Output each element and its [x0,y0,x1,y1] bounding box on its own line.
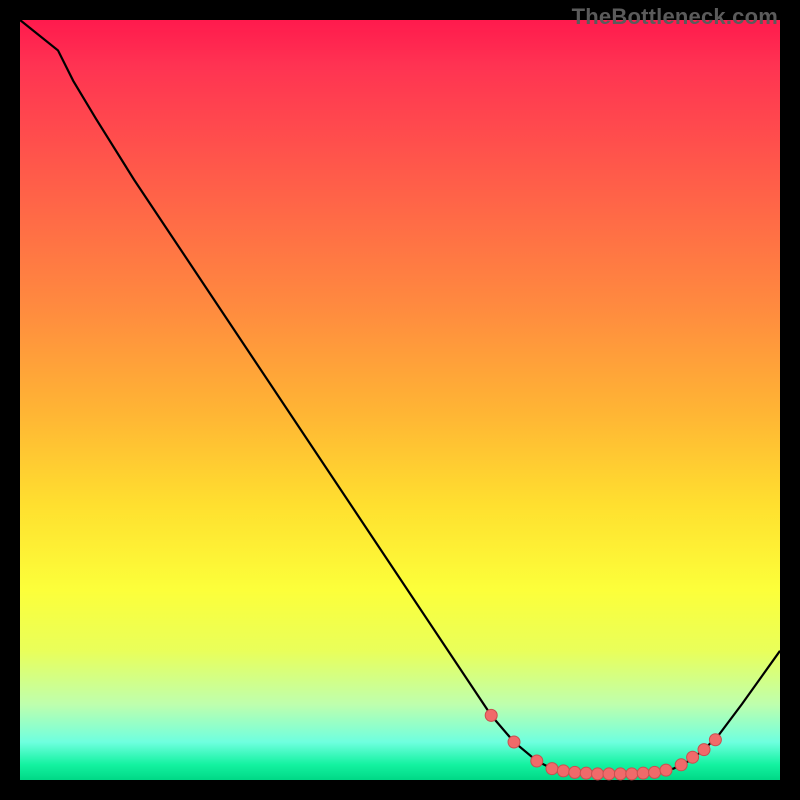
curve-marker [675,759,687,771]
curve-marker [649,766,661,778]
curve-marker [709,734,721,746]
curve-markers [485,709,721,780]
curve-line [20,20,780,775]
watermark-label: TheBottleneck.com [572,4,778,30]
bottleneck-curve [20,20,780,780]
chart-frame: TheBottleneck.com [0,0,800,800]
curve-marker [637,767,649,779]
plot-area [20,20,780,780]
curve-marker [508,736,520,748]
curve-marker [698,744,710,756]
curve-marker [557,765,569,777]
curve-marker [592,768,604,780]
curve-marker [580,767,592,779]
curve-marker [687,751,699,763]
curve-marker [614,768,626,780]
curve-marker [626,768,638,780]
curve-marker [546,763,558,775]
curve-marker [603,768,615,780]
curve-marker [531,755,543,767]
curve-marker [485,709,497,721]
curve-marker [569,766,581,778]
curve-marker [660,764,672,776]
